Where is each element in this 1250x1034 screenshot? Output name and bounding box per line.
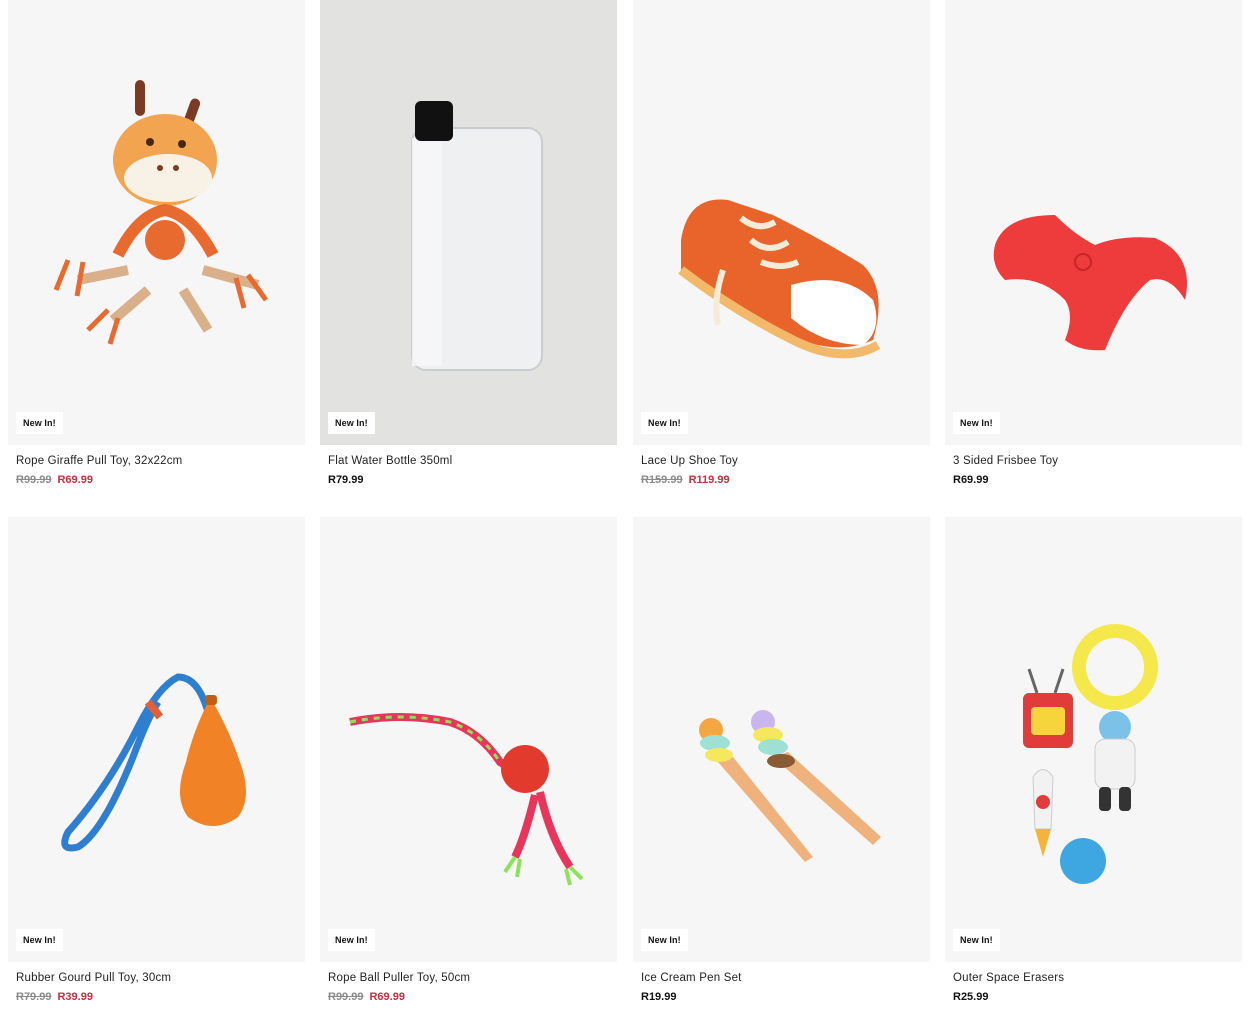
product-card[interactable]: New In! Ice Cream Pen Set R19.99 xyxy=(633,517,930,1003)
product-image[interactable]: New In! xyxy=(8,0,305,445)
product-image[interactable]: New In! xyxy=(8,517,305,962)
rope-ball-toy-image xyxy=(349,713,584,886)
product-title[interactable]: Rubber Gourd Pull Toy, 30cm xyxy=(16,972,171,984)
product-card[interactable]: New In! Outer Space Erasers R25.99 xyxy=(945,517,1242,1003)
product-card[interactable]: New In! 3 Sided Frisbee Toy R69.99 xyxy=(945,0,1242,486)
price: R69.99 xyxy=(953,474,989,486)
product-image[interactable]: New In! xyxy=(633,517,930,962)
flat-water-bottle-image xyxy=(411,101,543,371)
new-in-badge: New In! xyxy=(641,412,688,434)
product-title[interactable]: Outer Space Erasers xyxy=(953,972,1064,984)
product-title[interactable]: Rope Ball Puller Toy, 50cm xyxy=(328,972,470,984)
product-card[interactable]: New In! Rope Ball Puller Toy, 50cm R99.9… xyxy=(320,517,617,1003)
product-prices: R69.99 xyxy=(953,474,988,486)
product-image[interactable]: New In! xyxy=(320,517,617,962)
space-erasers-image xyxy=(1023,624,1158,884)
new-in-badge: New In! xyxy=(328,412,375,434)
product-prices: R99.99 R69.99 xyxy=(16,474,93,486)
sale-price: R69.99 xyxy=(57,474,93,486)
product-image[interactable]: New In! xyxy=(320,0,617,445)
product-image[interactable]: New In! xyxy=(633,0,930,445)
product-title[interactable]: Rope Giraffe Pull Toy, 32x22cm xyxy=(16,455,182,467)
product-prices: R79.99 R39.99 xyxy=(16,991,93,1003)
product-image[interactable]: New In! xyxy=(945,0,1242,445)
was-price: R159.99 xyxy=(641,474,683,486)
giraffe-rope-toy-image xyxy=(53,80,269,345)
product-prices: R19.99 xyxy=(641,991,676,1003)
product-card[interactable]: New In! Flat Water Bottle 350ml R79.99 xyxy=(320,0,617,486)
price: R25.99 xyxy=(953,991,989,1003)
ice-cream-pens-image xyxy=(699,710,881,862)
product-prices: R159.99 R119.99 xyxy=(641,474,730,486)
product-card[interactable]: New In! Lace Up Shoe Toy R159.99 R119.99 xyxy=(633,0,930,486)
new-in-badge: New In! xyxy=(328,929,375,951)
new-in-badge: New In! xyxy=(953,929,1000,951)
new-in-badge: New In! xyxy=(641,929,688,951)
frisbee-toy-image xyxy=(993,215,1187,351)
product-prices: R25.99 xyxy=(953,991,988,1003)
sale-price: R39.99 xyxy=(57,991,93,1003)
new-in-badge: New In! xyxy=(16,929,63,951)
product-image[interactable]: New In! xyxy=(945,517,1242,962)
product-card[interactable]: New In! Rope Giraffe Pull Toy, 32x22cm R… xyxy=(8,0,305,486)
sale-price: R69.99 xyxy=(369,991,405,1003)
product-prices: R99.99 R69.99 xyxy=(328,991,405,1003)
product-prices: R79.99 xyxy=(328,474,363,486)
product-card[interactable]: New In! Rubber Gourd Pull Toy, 30cm R79.… xyxy=(8,517,305,1003)
product-title[interactable]: Lace Up Shoe Toy xyxy=(641,455,738,467)
was-price: R99.99 xyxy=(16,474,52,486)
new-in-badge: New In! xyxy=(953,412,1000,434)
gourd-pull-toy-image xyxy=(61,673,247,852)
shoe-toy-image xyxy=(678,199,881,359)
price: R19.99 xyxy=(641,991,677,1003)
product-title[interactable]: Flat Water Bottle 350ml xyxy=(328,455,452,467)
sale-price: R119.99 xyxy=(688,474,730,486)
was-price: R99.99 xyxy=(328,991,364,1003)
product-title[interactable]: Ice Cream Pen Set xyxy=(641,972,742,984)
new-in-badge: New In! xyxy=(16,412,63,434)
price: R79.99 xyxy=(328,474,364,486)
was-price: R79.99 xyxy=(16,991,52,1003)
product-title[interactable]: 3 Sided Frisbee Toy xyxy=(953,455,1058,467)
